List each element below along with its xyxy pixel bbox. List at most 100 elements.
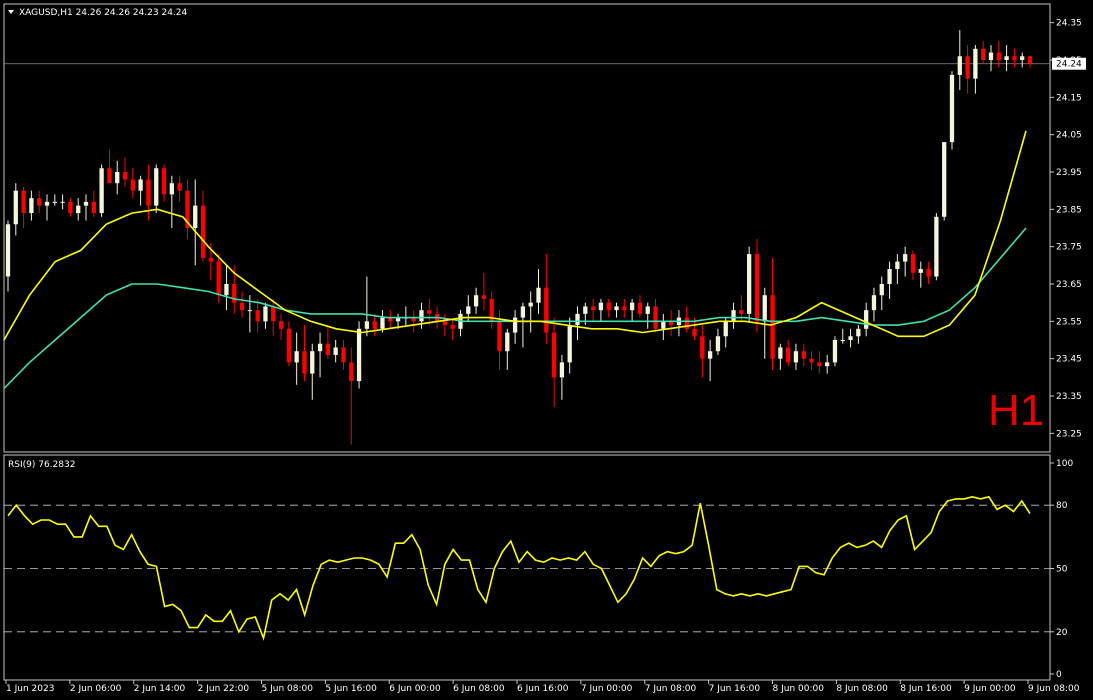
candle-bull bbox=[224, 284, 229, 296]
candle-bear bbox=[146, 179, 151, 206]
time-tick-label: 7 Jun 16:00 bbox=[709, 684, 761, 694]
time-tick-label: 7 Jun 08:00 bbox=[645, 684, 697, 694]
candle-bull bbox=[364, 321, 370, 329]
candle-bull bbox=[661, 321, 666, 329]
candle-bull bbox=[723, 321, 728, 337]
candle-bull bbox=[793, 351, 799, 363]
time-tick-label: 1 Jun 2023 bbox=[6, 684, 54, 694]
candle-bull bbox=[614, 306, 619, 311]
candle-bear bbox=[622, 306, 627, 311]
time-tick-label: 9 Jun 08:00 bbox=[1028, 684, 1080, 694]
candle-bull bbox=[138, 179, 143, 191]
candle-bear bbox=[770, 295, 775, 359]
price-tick-label: 23.45 bbox=[1056, 355, 1082, 365]
symbol-header: XAGUSD,H1 24.26 24.26 24.23 24.24 bbox=[19, 8, 188, 18]
time-tick-label: 8 Jun 00:00 bbox=[773, 684, 825, 694]
candle-bull bbox=[52, 201, 57, 203]
current-price-label: 24.24 bbox=[1056, 60, 1082, 70]
candle-bear bbox=[692, 328, 697, 337]
candle-bull bbox=[380, 317, 385, 329]
candle-bull bbox=[856, 328, 861, 337]
price-panel-frame bbox=[3, 3, 1051, 453]
dropdown-triangle-icon bbox=[8, 10, 14, 14]
candle-bull bbox=[419, 310, 424, 322]
candle-bull bbox=[1020, 56, 1025, 60]
time-tick-label: 2 Jun 22:00 bbox=[198, 684, 250, 694]
candle-bull bbox=[825, 362, 830, 367]
candle-bear bbox=[754, 254, 760, 322]
candle-bull bbox=[76, 205, 81, 214]
time-tick-label: 6 Jun 16:00 bbox=[517, 684, 569, 694]
candle-bear bbox=[809, 358, 814, 363]
candle-bull bbox=[949, 74, 955, 143]
candle-bull bbox=[762, 295, 767, 322]
candle-bear bbox=[286, 328, 292, 363]
candle-bull bbox=[536, 287, 541, 303]
candle-bear bbox=[442, 321, 448, 326]
candle-bull bbox=[169, 183, 174, 195]
rsi-tick-label: 100 bbox=[1056, 459, 1073, 469]
candle-bear bbox=[349, 362, 354, 382]
candle-bull bbox=[466, 306, 471, 314]
rsi-tick-label: 80 bbox=[1056, 501, 1068, 511]
candle-bear bbox=[739, 310, 744, 314]
rsi-header: RSI(9) 76.2832 bbox=[8, 460, 75, 470]
candle-bull bbox=[83, 201, 89, 206]
candle-bull bbox=[957, 56, 962, 75]
time-tick-label: 5 Jun 16:00 bbox=[325, 684, 377, 694]
candle-bear bbox=[21, 190, 26, 214]
candle-bear bbox=[981, 48, 986, 60]
candle-bear bbox=[497, 321, 502, 352]
candle-bull bbox=[115, 172, 120, 184]
price-tick-label: 24.15 bbox=[1056, 93, 1082, 103]
candle-bull bbox=[1004, 56, 1009, 60]
candle-bull bbox=[871, 295, 877, 311]
candle-bull bbox=[154, 168, 159, 206]
candle-bear bbox=[700, 336, 705, 359]
candle-bull bbox=[746, 254, 752, 314]
candle-bull bbox=[934, 216, 939, 277]
rsi-tick-label: 50 bbox=[1056, 565, 1068, 575]
candle-bear bbox=[427, 310, 432, 314]
time-tick-label: 2 Jun 14:00 bbox=[134, 684, 186, 694]
candle-bull bbox=[473, 295, 479, 307]
candle-bull bbox=[707, 351, 713, 359]
candle-bull bbox=[294, 351, 299, 363]
candle-bull bbox=[193, 205, 198, 228]
candle-bull bbox=[356, 328, 362, 382]
time-tick-label: 7 Jun 00:00 bbox=[581, 684, 633, 694]
candle-bull bbox=[310, 351, 315, 374]
candle-bear bbox=[801, 351, 806, 359]
candle-bull bbox=[505, 332, 510, 352]
candle-bull bbox=[832, 340, 838, 363]
candle-bear bbox=[965, 56, 970, 79]
candle-bull bbox=[575, 313, 580, 326]
candle-bull bbox=[645, 306, 650, 314]
candle-bear bbox=[551, 332, 557, 378]
candle-bear bbox=[1012, 56, 1017, 60]
candle-bear bbox=[107, 168, 112, 184]
candle-bear bbox=[91, 201, 96, 214]
time-tick-label: 8 Jun 16:00 bbox=[900, 684, 952, 694]
candle-bull bbox=[13, 190, 18, 225]
candle-bull bbox=[263, 306, 268, 322]
candle-bull bbox=[918, 269, 923, 273]
candle-bear bbox=[208, 257, 213, 262]
candle-bear bbox=[996, 52, 1001, 60]
candle-bull bbox=[583, 306, 588, 314]
candle-bull bbox=[512, 317, 518, 333]
price-tick-label: 23.55 bbox=[1056, 317, 1082, 327]
candle-bear bbox=[278, 321, 284, 329]
candle-bear bbox=[450, 325, 455, 329]
candle-bull bbox=[778, 347, 783, 359]
chart-canvas[interactable]: XAGUSD,H1 24.26 24.26 24.23 24.24 RSI(9) … bbox=[0, 0, 1093, 700]
candle-bear bbox=[161, 168, 167, 195]
candle-bull bbox=[864, 310, 869, 329]
candle-bull bbox=[903, 254, 908, 262]
candle-bear bbox=[325, 343, 331, 355]
candle-bear bbox=[200, 205, 206, 258]
candle-bear bbox=[590, 306, 596, 311]
price-tick-label: 23.75 bbox=[1056, 243, 1082, 253]
candle-bull bbox=[29, 198, 34, 214]
candle-bull bbox=[44, 201, 50, 206]
